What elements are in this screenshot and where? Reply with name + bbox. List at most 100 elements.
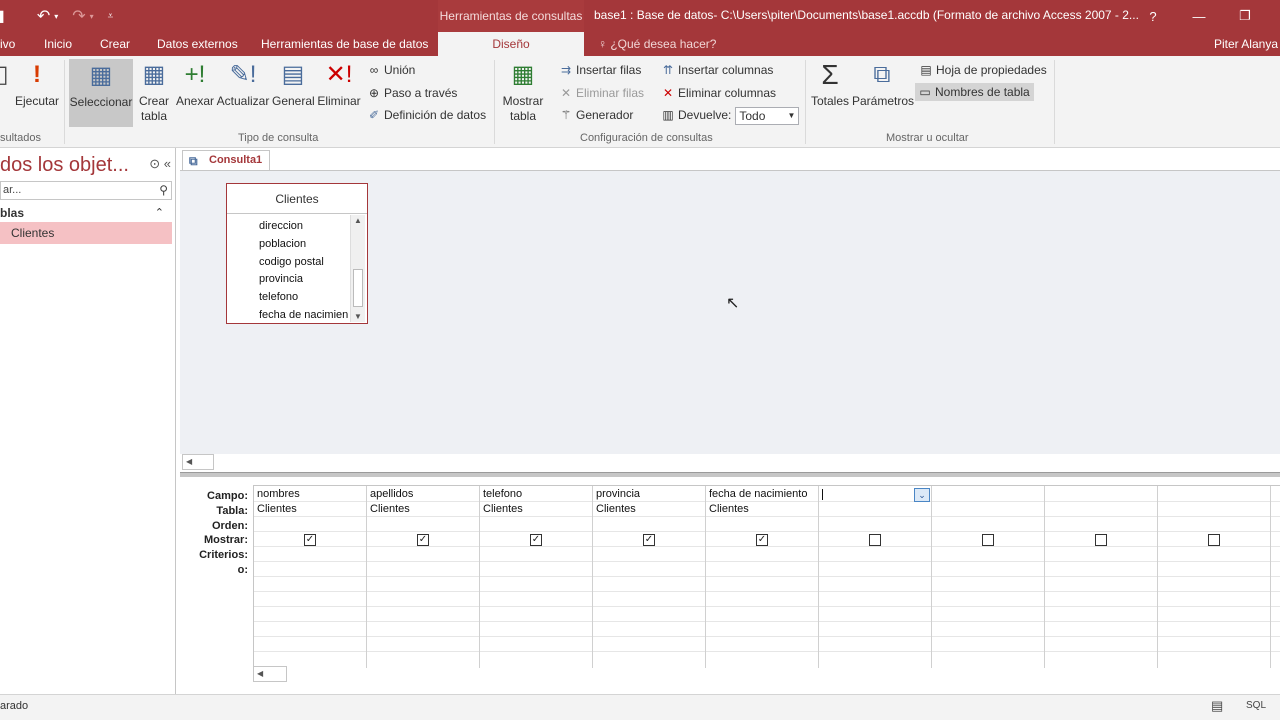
redo-dropdown-icon[interactable]: ▾	[90, 12, 94, 21]
tabla-cell[interactable]: Clientes	[257, 503, 297, 515]
nav-group-tablas[interactable]: blas ⌃	[0, 204, 172, 222]
field-list-item[interactable]: codigo postal	[259, 256, 324, 268]
tab-inicio[interactable]: Inicio	[44, 32, 72, 56]
nav-search-input[interactable]: ar... ⚲	[0, 181, 172, 200]
help-button[interactable]: ?	[1130, 0, 1176, 32]
sql-view-button[interactable]: SQL	[1246, 700, 1266, 711]
campo-cell[interactable]: apellidos	[370, 488, 413, 500]
customize-qat-icon[interactable]: ⩡	[108, 11, 114, 22]
grid-column[interactable]	[1158, 486, 1271, 668]
field-list-item[interactable]: fecha de nacimien	[259, 309, 351, 321]
tabla-cell[interactable]: Clientes	[483, 503, 523, 515]
grid-column[interactable]: telefono Clientes ✓	[480, 486, 593, 668]
field-list-item[interactable]: direccion	[259, 220, 303, 232]
mostrar-checkbox[interactable]: ✓	[530, 534, 542, 546]
design-pane-hscroll[interactable]: ◀	[182, 454, 214, 470]
datasheet-view-icon[interactable]: ▤	[1211, 698, 1223, 714]
nav-item-clientes[interactable]: Clientes	[0, 222, 172, 244]
generador-button[interactable]: ⚚ Generador	[558, 106, 634, 124]
mostrar-checkbox[interactable]	[1208, 534, 1220, 546]
mostrar-checkbox[interactable]	[869, 534, 881, 546]
nav-pane-header[interactable]: dos los objet...	[0, 154, 129, 177]
ver-button[interactable]: ▯	[0, 60, 10, 94]
mostrar-checkbox[interactable]: ✓	[756, 534, 768, 546]
eliminar-columnas-button[interactable]: ✕ Eliminar columnas	[660, 84, 776, 102]
grid-column[interactable]: apellidos Clientes ✓	[367, 486, 480, 668]
pane-splitter[interactable]	[180, 472, 1280, 477]
scroll-up-icon[interactable]: ▲	[351, 216, 365, 225]
grid-column[interactable]: provincia Clientes ✓	[593, 486, 706, 668]
tab-crear[interactable]: Crear	[100, 32, 130, 56]
campo-cell[interactable]: telefono	[483, 488, 522, 500]
grid-column[interactable]	[1045, 486, 1158, 668]
scroll-left-icon[interactable]: ◀	[186, 457, 192, 466]
tabla-cell[interactable]: Clientes	[709, 503, 749, 515]
paso-traves-button[interactable]: ⊕ Paso a través	[366, 84, 457, 102]
collapse-pane-icon[interactable]: «	[164, 156, 171, 171]
minimize-button[interactable]: —	[1176, 0, 1222, 32]
actualizar-button[interactable]: ✎! Actualizar	[216, 60, 270, 109]
totales-button[interactable]: Σ Totales	[810, 60, 850, 109]
grid-column[interactable]: ⌄	[819, 486, 932, 668]
union-label: Unión	[384, 63, 416, 77]
mostrar-checkbox[interactable]	[982, 534, 994, 546]
mostrar-checkbox[interactable]: ✓	[417, 534, 429, 546]
field-list-item[interactable]: provincia	[259, 273, 303, 285]
eliminar-button[interactable]: ✕! Eliminar	[316, 60, 362, 109]
user-name[interactable]: Piter Alanya	[1214, 32, 1278, 56]
save-icon[interactable]: ▮	[0, 6, 5, 26]
field-dropdown-icon[interactable]: ⌄	[914, 488, 930, 502]
parametros-button[interactable]: ⧉ Parámetros	[852, 60, 914, 109]
grid-hscroll[interactable]: ◀	[253, 666, 287, 682]
hoja-propiedades-button[interactable]: ▤ Hoja de propiedades	[918, 61, 1046, 79]
field-list-title[interactable]: Clientes	[227, 184, 367, 214]
general-button[interactable]: ▤ General	[272, 60, 315, 109]
restore-button[interactable]: ❐	[1222, 0, 1268, 32]
devuelve-select[interactable]: Todo ▼	[735, 106, 800, 125]
collapse-group-icon[interactable]: ⌃	[155, 204, 164, 222]
grid-column[interactable]	[932, 486, 1045, 668]
definicion-datos-button[interactable]: ✐ Definición de datos	[366, 106, 486, 124]
insertar-filas-button[interactable]: ⇉ Insertar filas	[558, 61, 641, 79]
seleccionar-button[interactable]: ▦ Seleccionar	[69, 59, 133, 127]
mostrar-tabla-button[interactable]: ▦ Mostrar tabla	[499, 60, 547, 124]
nav-menu-dropdown-icon[interactable]: ⊙	[149, 156, 160, 171]
ejecutar-button[interactable]: ! Ejecutar	[14, 60, 60, 109]
union-button[interactable]: ∞ Unión	[366, 61, 416, 79]
search-icon[interactable]: ⚲	[159, 182, 168, 199]
tell-me-box[interactable]: ♀ ¿Qué desea hacer?	[598, 32, 716, 56]
table-field-list-clientes[interactable]: Clientes direccion poblacion codigo post…	[226, 183, 368, 324]
query-design-grid[interactable]: nombres Clientes ✓ apellidos Clientes ✓ telefo…	[253, 485, 1280, 677]
tabla-cell[interactable]: Clientes	[370, 503, 410, 515]
tab-archivo[interactable]: ivo	[0, 32, 15, 56]
eliminar-filas-button[interactable]: ✕ Eliminar filas	[558, 84, 644, 102]
grid-column[interactable]: fecha de nacimiento Clientes ✓	[706, 486, 819, 668]
mostrar-checkbox[interactable]	[1095, 534, 1107, 546]
nombres-tabla-button[interactable]: ▭ Nombres de tabla	[915, 83, 1034, 101]
scroll-thumb[interactable]	[353, 269, 363, 307]
redo-icon[interactable]: ↷	[72, 6, 85, 26]
undo-icon[interactable]: ↶	[37, 6, 50, 26]
mostrar-checkbox[interactable]: ✓	[643, 534, 655, 546]
tab-herramientas-bd[interactable]: Herramientas de base de datos	[261, 32, 428, 56]
campo-cell[interactable]: nombres	[257, 488, 300, 500]
select-query-icon: ▦	[89, 62, 113, 89]
insertar-columnas-button[interactable]: ⇈ Insertar columnas	[660, 61, 773, 79]
field-list-scrollbar[interactable]: ▲ ▼	[350, 215, 365, 322]
tab-datos-externos[interactable]: Datos externos	[157, 32, 238, 56]
undo-dropdown-icon[interactable]: ▾	[54, 12, 58, 21]
field-list-item[interactable]: poblacion	[259, 238, 306, 250]
grid-column[interactable]: nombres Clientes ✓	[254, 486, 367, 668]
campo-cell[interactable]: provincia	[596, 488, 640, 500]
campo-cell[interactable]: fecha de nacimiento	[709, 488, 807, 500]
anexar-button[interactable]: +! Anexar	[174, 60, 216, 109]
mostrar-checkbox[interactable]: ✓	[304, 534, 316, 546]
tabla-cell[interactable]: Clientes	[596, 503, 636, 515]
tab-consulta1[interactable]: ⧉ Consulta1	[182, 150, 270, 170]
tab-diseno[interactable]: Diseño	[438, 32, 584, 56]
query-design-pane[interactable]: Clientes direccion poblacion codigo post…	[180, 170, 1280, 454]
scroll-down-icon[interactable]: ▼	[351, 312, 365, 321]
field-list-item[interactable]: telefono	[259, 291, 298, 303]
scroll-left-icon[interactable]: ◀	[257, 669, 263, 678]
crear-tabla-button[interactable]: ▦ Crear tabla	[136, 60, 172, 124]
